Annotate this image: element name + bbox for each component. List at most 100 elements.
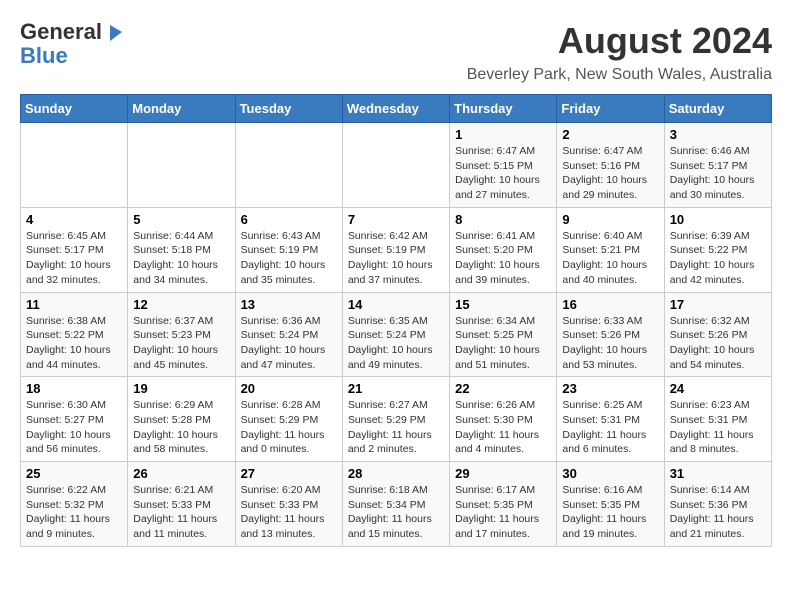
day-info: Sunrise: 6:45 AMSunset: 5:17 PMDaylight:… bbox=[26, 229, 122, 288]
daylight-hours: Daylight: 10 hours and 40 minutes. bbox=[562, 259, 647, 286]
calendar-cell: 3Sunrise: 6:46 AMSunset: 5:17 PMDaylight… bbox=[664, 123, 771, 208]
calendar-cell: 28Sunrise: 6:18 AMSunset: 5:34 PMDayligh… bbox=[342, 462, 449, 547]
calendar-cell: 9 Sunrise: 6:40 AMSunset: 5:21 PMDaylight… bbox=[557, 207, 664, 292]
daylight-hours: Daylight: 11 hours and 15 minutes. bbox=[348, 513, 432, 540]
day-of-week-header: Tuesday bbox=[235, 95, 342, 123]
day-number: 24 bbox=[670, 381, 766, 396]
day-number: 2 bbox=[562, 127, 658, 142]
calendar-cell: 22Sunrise: 6:26 AMSunset: 5:30 PMDayligh… bbox=[450, 377, 557, 462]
day-number: 7 bbox=[348, 212, 444, 227]
daylight-hours: Daylight: 11 hours and 11 minutes. bbox=[133, 513, 217, 540]
day-number: 1 bbox=[455, 127, 551, 142]
calendar-cell: 14Sunrise: 6:35 AMSunset: 5:24 PMDayligh… bbox=[342, 292, 449, 377]
day-info: Sunrise: 6:29 AMSunset: 5:28 PMDaylight:… bbox=[133, 398, 229, 457]
daylight-hours: Daylight: 10 hours and 49 minutes. bbox=[348, 344, 433, 371]
day-info: Sunrise: 6:42 AMSunset: 5:19 PMDaylight:… bbox=[348, 229, 444, 288]
calendar-cell: 1Sunrise: 6:47 AMSunset: 5:15 PMDaylight… bbox=[450, 123, 557, 208]
daylight-hours: Daylight: 11 hours and 2 minutes. bbox=[348, 429, 432, 456]
daylight-hours: Daylight: 10 hours and 54 minutes. bbox=[670, 344, 755, 371]
day-info: Sunrise: 6:37 AMSunset: 5:23 PMDaylight:… bbox=[133, 314, 229, 373]
daylight-hours: Daylight: 11 hours and 0 minutes. bbox=[241, 429, 325, 456]
day-of-week-header: Friday bbox=[557, 95, 664, 123]
day-info: Sunrise: 6:40 AMSunset: 5:21 PMDaylight:… bbox=[562, 229, 658, 288]
day-info: Sunrise: 6:39 AMSunset: 5:22 PMDaylight:… bbox=[670, 229, 766, 288]
day-number: 21 bbox=[348, 381, 444, 396]
day-info: Sunrise: 6:43 AMSunset: 5:19 PMDaylight:… bbox=[241, 229, 337, 288]
day-of-week-header: Wednesday bbox=[342, 95, 449, 123]
day-info: Sunrise: 6:27 AMSunset: 5:29 PMDaylight:… bbox=[348, 398, 444, 457]
day-info: Sunrise: 6:44 AMSunset: 5:18 PMDaylight:… bbox=[133, 229, 229, 288]
day-number: 25 bbox=[26, 466, 122, 481]
day-number: 17 bbox=[670, 297, 766, 312]
day-of-week-header: Thursday bbox=[450, 95, 557, 123]
daylight-hours: Daylight: 11 hours and 9 minutes. bbox=[26, 513, 110, 540]
calendar-cell: 24 Sunrise: 6:23 AMSunset: 5:31 PMDayligh… bbox=[664, 377, 771, 462]
day-number: 26 bbox=[133, 466, 229, 481]
calendar-cell: 23Sunrise: 6:25 AMSunset: 5:31 PMDayligh… bbox=[557, 377, 664, 462]
calendar-week-row: 11Sunrise: 6:38 AMSunset: 5:22 PMDayligh… bbox=[21, 292, 772, 377]
day-info: Sunrise: 6:41 AMSunset: 5:20 PMDaylight:… bbox=[455, 229, 551, 288]
calendar-cell: 8Sunrise: 6:41 AMSunset: 5:20 PMDaylight… bbox=[450, 207, 557, 292]
subtitle: Beverley Park, New South Wales, Australi… bbox=[467, 66, 772, 84]
day-number: 14 bbox=[348, 297, 444, 312]
day-number: 29 bbox=[455, 466, 551, 481]
day-number: 6 bbox=[241, 212, 337, 227]
day-info: Sunrise: 6:34 AMSunset: 5:25 PMDaylight:… bbox=[455, 314, 551, 373]
main-title: August 2024 bbox=[467, 20, 772, 62]
daylight-hours: Daylight: 10 hours and 51 minutes. bbox=[455, 344, 540, 371]
day-number: 18 bbox=[26, 381, 122, 396]
calendar-cell: 31Sunrise: 6:14 AMSunset: 5:36 PMDayligh… bbox=[664, 462, 771, 547]
calendar-cell: 30 Sunrise: 6:16 AMSunset: 5:35 PMDayligh… bbox=[557, 462, 664, 547]
day-of-week-header: Monday bbox=[128, 95, 235, 123]
day-info: Sunrise: 6:30 AMSunset: 5:27 PMDaylight:… bbox=[26, 398, 122, 457]
daylight-hours: Daylight: 11 hours and 21 minutes. bbox=[670, 513, 754, 540]
calendar-body: 1Sunrise: 6:47 AMSunset: 5:15 PMDaylight… bbox=[21, 123, 772, 547]
day-info: Sunrise: 6:46 AMSunset: 5:17 PMDaylight:… bbox=[670, 144, 766, 203]
calendar-cell: 17Sunrise: 6:32 AMSunset: 5:26 PMDayligh… bbox=[664, 292, 771, 377]
calendar-cell bbox=[342, 123, 449, 208]
daylight-hours: Daylight: 11 hours and 8 minutes. bbox=[670, 429, 754, 456]
calendar-header-row: SundayMondayTuesdayWednesdayThursdayFrid… bbox=[21, 95, 772, 123]
calendar-week-row: 18 Sunrise: 6:30 AMSunset: 5:27 PMDayligh… bbox=[21, 377, 772, 462]
day-number: 11 bbox=[26, 297, 122, 312]
calendar-cell: 4 Sunrise: 6:45 AMSunset: 5:17 PMDaylight… bbox=[21, 207, 128, 292]
day-number: 20 bbox=[241, 381, 337, 396]
daylight-hours: Daylight: 10 hours and 29 minutes. bbox=[562, 174, 647, 201]
daylight-hours: Daylight: 10 hours and 37 minutes. bbox=[348, 259, 433, 286]
daylight-hours: Daylight: 11 hours and 19 minutes. bbox=[562, 513, 646, 540]
day-number: 16 bbox=[562, 297, 658, 312]
day-info: Sunrise: 6:23 AMSunset: 5:31 PMDaylight:… bbox=[670, 398, 766, 457]
calendar-week-row: 1Sunrise: 6:47 AMSunset: 5:15 PMDaylight… bbox=[21, 123, 772, 208]
day-info: Sunrise: 6:16 AMSunset: 5:35 PMDaylight:… bbox=[562, 483, 658, 542]
day-of-week-header: Sunday bbox=[21, 95, 128, 123]
day-number: 9 bbox=[562, 212, 658, 227]
day-number: 10 bbox=[670, 212, 766, 227]
daylight-hours: Daylight: 10 hours and 44 minutes. bbox=[26, 344, 111, 371]
day-of-week-header: Saturday bbox=[664, 95, 771, 123]
daylight-hours: Daylight: 10 hours and 42 minutes. bbox=[670, 259, 755, 286]
day-number: 13 bbox=[241, 297, 337, 312]
day-info: Sunrise: 6:47 AMSunset: 5:16 PMDaylight:… bbox=[562, 144, 658, 203]
header: General Blue August 2024 Beverley Park, … bbox=[20, 20, 772, 84]
day-info: Sunrise: 6:33 AMSunset: 5:26 PMDaylight:… bbox=[562, 314, 658, 373]
day-number: 4 bbox=[26, 212, 122, 227]
day-number: 5 bbox=[133, 212, 229, 227]
calendar-cell: 15Sunrise: 6:34 AMSunset: 5:25 PMDayligh… bbox=[450, 292, 557, 377]
daylight-hours: Daylight: 10 hours and 34 minutes. bbox=[133, 259, 218, 286]
calendar-cell: 10 Sunrise: 6:39 AMSunset: 5:22 PMDayligh… bbox=[664, 207, 771, 292]
title-area: August 2024 Beverley Park, New South Wal… bbox=[467, 20, 772, 84]
day-number: 30 bbox=[562, 466, 658, 481]
daylight-hours: Daylight: 10 hours and 56 minutes. bbox=[26, 429, 111, 456]
calendar-cell: 25Sunrise: 6:22 AMSunset: 5:32 PMDayligh… bbox=[21, 462, 128, 547]
calendar-cell: 26Sunrise: 6:21 AMSunset: 5:33 PMDayligh… bbox=[128, 462, 235, 547]
daylight-hours: Daylight: 11 hours and 13 minutes. bbox=[241, 513, 325, 540]
logo-arrow-icon bbox=[102, 21, 124, 43]
calendar-cell: 6 Sunrise: 6:43 AMSunset: 5:19 PMDaylight… bbox=[235, 207, 342, 292]
day-info: Sunrise: 6:17 AMSunset: 5:35 PMDaylight:… bbox=[455, 483, 551, 542]
daylight-hours: Daylight: 10 hours and 58 minutes. bbox=[133, 429, 218, 456]
calendar-cell: 18 Sunrise: 6:30 AMSunset: 5:27 PMDayligh… bbox=[21, 377, 128, 462]
day-number: 23 bbox=[562, 381, 658, 396]
day-number: 27 bbox=[241, 466, 337, 481]
day-number: 22 bbox=[455, 381, 551, 396]
calendar-cell: 29 Sunrise: 6:17 AMSunset: 5:35 PMDayligh… bbox=[450, 462, 557, 547]
